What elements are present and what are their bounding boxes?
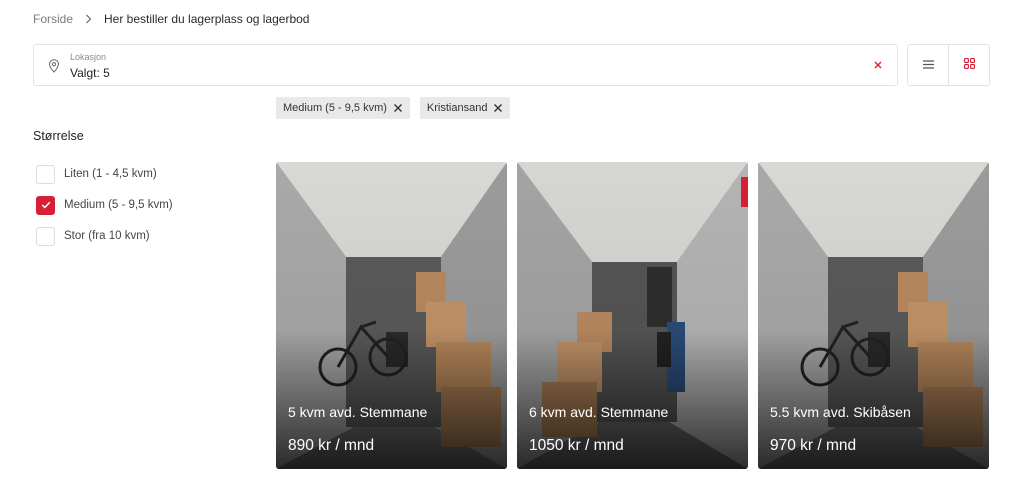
location-value: Valgt: 5	[70, 66, 110, 80]
storage-unit-photo	[758, 162, 989, 469]
checkbox[interactable]	[36, 226, 55, 246]
checkmark-icon	[41, 201, 50, 209]
size-option-label: Stor (fra 10 kvm)	[64, 230, 150, 242]
storage-unit-title: 6 kvm avd. Stemmane	[529, 404, 669, 420]
storage-unit-photo	[276, 162, 507, 469]
storage-unit-price: 1050 kr / mnd	[529, 437, 624, 454]
storage-unit-title: 5 kvm avd. Stemmane	[288, 404, 428, 420]
grid-view-icon	[963, 56, 975, 74]
breadcrumb-home-link[interactable]: Forside	[33, 12, 73, 26]
storage-unit-photo	[517, 162, 748, 469]
size-option-label: Medium (5 - 9,5 kvm)	[64, 199, 173, 211]
grid-view-button[interactable]	[948, 45, 989, 85]
filter-chip: Kristiansand	[419, 97, 511, 119]
filter-chip: Medium (5 - 9,5 kvm)	[276, 97, 410, 119]
close-icon[interactable]	[493, 103, 503, 113]
checkbox-checked[interactable]	[36, 195, 55, 215]
breadcrumb: Forside Her bestiller du lagerplass og l…	[33, 11, 309, 27]
location-select[interactable]: Lokasjon Valgt: 5	[33, 44, 898, 86]
close-icon[interactable]	[393, 103, 403, 113]
size-option-medium[interactable]: Medium (5 - 9,5 kvm)	[36, 195, 173, 215]
view-toggle	[907, 44, 990, 86]
location-label: Lokasjon	[70, 52, 107, 62]
size-option-label: Liten (1 - 4,5 kvm)	[64, 168, 157, 180]
close-icon[interactable]	[871, 58, 885, 72]
active-filters: Medium (5 - 9,5 kvm) Kristiansand	[276, 97, 511, 119]
storage-unit-title: 5.5 kvm avd. Skibåsen	[770, 404, 911, 420]
storage-unit-card[interactable]: 6 kvm avd. Stemmane 1050 kr / mnd	[517, 162, 748, 469]
storage-unit-card[interactable]: 5 kvm avd. Stemmane 890 kr / mnd	[276, 162, 507, 469]
list-view-button[interactable]	[908, 45, 948, 85]
storage-unit-card[interactable]: 5.5 kvm avd. Skibåsen 970 kr / mnd	[758, 162, 989, 469]
chevron-right-icon	[85, 14, 92, 24]
breadcrumb-current: Her bestiller du lagerplass og lagerbod	[104, 12, 310, 26]
map-pin-icon	[48, 59, 60, 73]
filter-chip-label: Kristiansand	[426, 102, 488, 114]
size-filter-title: Størrelse	[33, 129, 84, 143]
storage-unit-price: 890 kr / mnd	[288, 437, 375, 454]
checkbox[interactable]	[36, 164, 55, 184]
list-view-icon	[922, 56, 934, 74]
storage-unit-price: 970 kr / mnd	[770, 437, 857, 454]
filter-chip-label: Medium (5 - 9,5 kvm)	[283, 102, 387, 114]
size-option-large[interactable]: Stor (fra 10 kvm)	[36, 226, 150, 246]
size-option-small[interactable]: Liten (1 - 4,5 kvm)	[36, 164, 157, 184]
